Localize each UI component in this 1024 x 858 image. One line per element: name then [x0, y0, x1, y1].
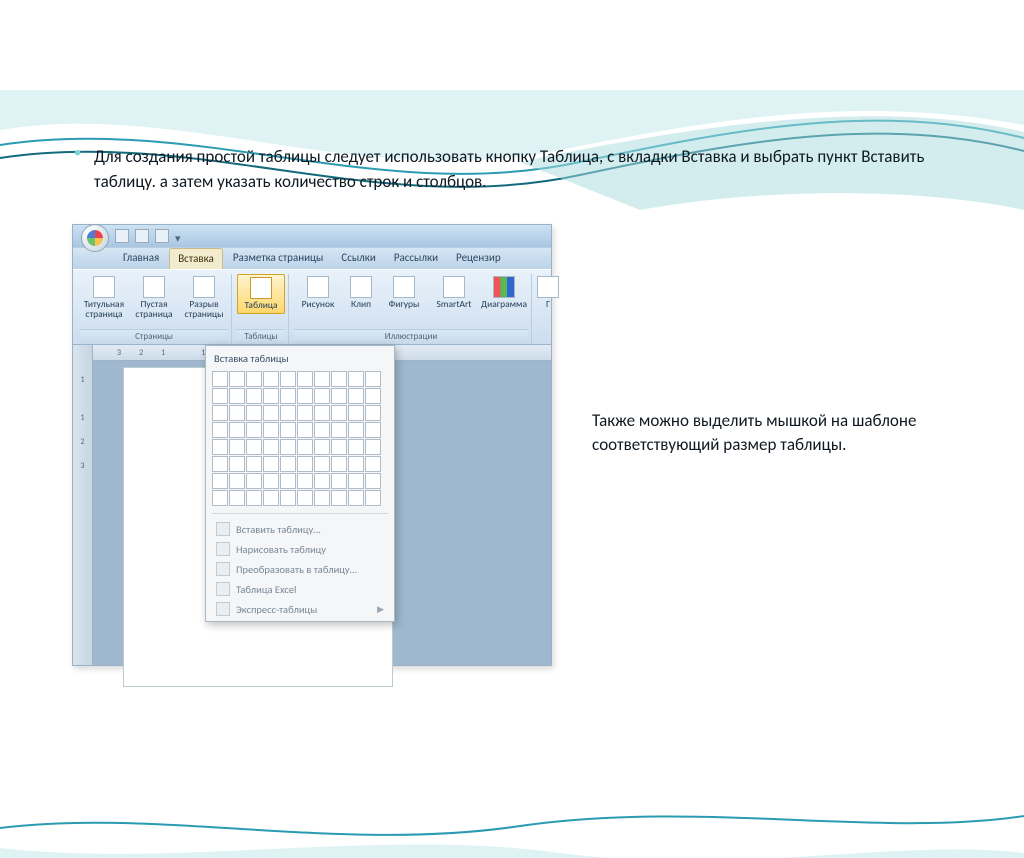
smartart-icon: [443, 276, 465, 298]
convert-table-icon: [216, 562, 230, 576]
group-pages-label: Страницы: [80, 329, 228, 344]
tab-insert[interactable]: Вставка: [169, 248, 223, 269]
group-tables: Таблица Таблицы: [234, 274, 289, 344]
picture-button[interactable]: Рисунок: [294, 274, 342, 312]
blank-page-icon: [143, 276, 165, 298]
tab-home[interactable]: Главная: [115, 248, 167, 269]
blank-page-button[interactable]: Пустая страница: [130, 274, 178, 322]
draw-table-icon: [216, 542, 230, 556]
menu-draw-table[interactable]: Нарисовать таблицу: [210, 539, 390, 559]
insert-table-icon: [216, 522, 230, 536]
tab-references[interactable]: Ссылки: [333, 248, 384, 269]
word-titlebar: ▾: [73, 225, 551, 247]
cover-page-button[interactable]: Титульная страница: [80, 274, 128, 322]
hyperlink-icon: [537, 276, 559, 298]
menu-excel-table[interactable]: Таблица Excel: [210, 579, 390, 599]
bullet-block: Для создания простой таблицы следует исп…: [72, 145, 952, 194]
chart-button[interactable]: Диаграмма: [480, 274, 528, 312]
decorative-wave-bottom: [0, 798, 1024, 858]
menu-insert-table[interactable]: Вставить таблицу...: [210, 519, 390, 539]
ribbon: Титульная страница Пустая страница Разры…: [73, 269, 551, 345]
shapes-icon: [393, 276, 415, 298]
submenu-arrow-icon: ▶: [377, 604, 384, 615]
table-button[interactable]: Таблица: [237, 274, 285, 314]
table-icon: [250, 277, 272, 299]
group-illustrations: Рисунок Клип Фигуры SmartArt: [291, 274, 532, 344]
page-break-button[interactable]: Разрыв страницы: [180, 274, 228, 322]
tab-page-layout[interactable]: Разметка страницы: [225, 248, 332, 269]
side-text: Также можно выделить мышкой на шаблоне с…: [592, 409, 952, 457]
menu-quick-tables[interactable]: Экспресс-таблицы▶: [210, 599, 390, 619]
group-tables-label: Таблицы: [237, 329, 285, 344]
document-area: 32112 1123 Вставка таблицы: [73, 345, 551, 665]
chart-icon: [493, 276, 515, 298]
page-break-icon: [193, 276, 215, 298]
slide-title: Работа с таблицами: [0, 90, 1024, 127]
vertical-ruler[interactable]: 1123: [73, 345, 93, 665]
qat-redo-icon[interactable]: [155, 229, 169, 243]
bullet-text: Для создания простой таблицы следует исп…: [94, 145, 952, 194]
qat-undo-icon[interactable]: [135, 229, 149, 243]
shapes-button[interactable]: Фигуры: [380, 274, 428, 312]
menu-convert-table[interactable]: Преобразовать в таблицу...: [210, 559, 390, 579]
word-screenshot: ▾ Главная Вставка Разметка страницы Ссыл…: [72, 224, 552, 666]
tab-review[interactable]: Рецензир: [448, 248, 509, 269]
smartart-button[interactable]: SmartArt: [430, 274, 478, 312]
clip-icon: [350, 276, 372, 298]
picture-icon: [307, 276, 329, 298]
clip-button[interactable]: Клип: [344, 274, 378, 312]
cover-page-icon: [93, 276, 115, 298]
table-size-grid[interactable]: [210, 369, 390, 508]
qat-save-icon[interactable]: [115, 229, 129, 243]
menu-separator: [212, 513, 388, 514]
table-dropdown-menu: Вставка таблицы Вставить таблицу... Нари…: [205, 345, 395, 622]
group-illustrations-label: Иллюстрации: [294, 329, 528, 344]
table-menu-title: Вставка таблицы: [210, 350, 390, 369]
group-pages: Титульная страница Пустая страница Разры…: [77, 274, 232, 344]
quick-tables-icon: [216, 602, 230, 616]
excel-table-icon: [216, 582, 230, 596]
qat-dropdown-icon[interactable]: ▾: [175, 232, 183, 240]
ribbon-tabs: Главная Вставка Разметка страницы Ссылки…: [73, 247, 551, 269]
group-links-partial: Г: [534, 274, 562, 344]
hyperlink-button[interactable]: Г: [537, 274, 559, 312]
tab-mailings[interactable]: Рассылки: [386, 248, 446, 269]
